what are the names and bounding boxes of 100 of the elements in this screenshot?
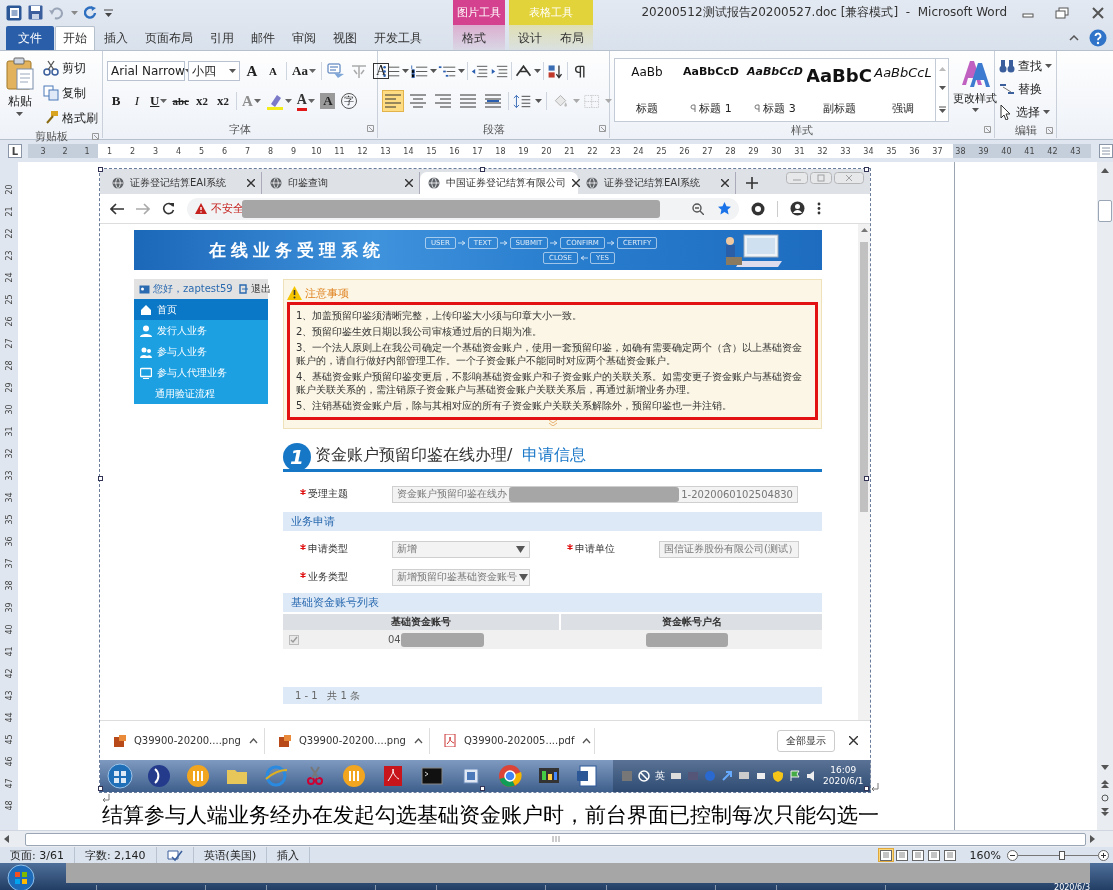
shrink-font-button[interactable]: A [264,61,282,81]
field-label: 申请类型 [308,542,348,556]
ruler-number: 19 [517,146,530,156]
ribbon-tab[interactable]: 视图 [325,26,365,50]
field-label: 业务类型 [308,570,348,584]
ruler-number: 33 [839,146,852,156]
section-heading: 业务申请 [291,514,335,529]
ruler-number: 26 [678,146,691,156]
ruler-number: 6 [220,146,228,156]
section-title: 资金账户预留印鉴在线办理/ [315,445,513,466]
text-field[interactable]: 资金账户预留印鉴在线办 1-2020060102504830 [392,485,798,503]
show-all-button[interactable]: 全部显示 [777,729,835,752]
clock[interactable]: 16:09 2020/6/1 [823,765,864,787]
browser-tab[interactable]: 证券登记结算EAI系统 [104,172,262,194]
style-option[interactable]: AaBbCcD 标题 3 [743,59,807,121]
browser-tab[interactable]: 印鉴查询 [262,172,420,194]
greeting-text: 您好，zaptest59 [153,282,233,296]
font-size-field[interactable]: 小四 [188,61,240,81]
ribbon-tab[interactable]: 审阅 [284,26,324,50]
grow-font-button[interactable]: A [243,61,261,81]
ruler-number: 39 [977,146,990,156]
ruler-number: 40 [1000,146,1013,156]
section-heading: 基础资金账号列表 [291,595,379,610]
ruler-number: 23 [3,248,15,263]
font-name-field[interactable]: Arial Narrow [107,61,185,81]
ruler-number: 28 [724,146,737,156]
strikethrough-button[interactable]: abc [171,91,190,111]
logout-link[interactable]: 退出 [250,282,271,296]
file-tab[interactable]: 文件 [6,26,54,50]
ribbon-tab[interactable]: 插入 [96,26,136,50]
clock-date[interactable]: 2020/6/3 [1054,883,1090,890]
text-field[interactable]: 国信证券股份有限公司(测试） [659,540,799,558]
ruler-number: 42 [3,666,15,681]
copy-button[interactable]: 复制 [43,82,98,104]
style-sample: AaBbCcD [683,65,739,78]
ruler-number: 24 [3,270,15,285]
bold-button[interactable]: B [107,91,125,111]
menu-item[interactable]: 首页 [134,299,268,320]
style-name: 强调 [892,101,914,116]
notice-text: 3、一个法人原则上在我公司确定一个基础资金账户，使用一套预留印鉴，如确有需要确定两个（含）以上基础资金账户的，请自行做好内部管理工作。一个子资金账户不能同时对应两个基础资金账户。 [296,341,804,367]
download-item[interactable]: Q39900-202005....pdf [430,727,595,754]
style-name: 副标题 [822,101,856,116]
font-color-button[interactable]: A [295,91,316,111]
cut-button[interactable]: 剪切 [43,57,98,79]
character-shading-button[interactable]: A [318,91,337,111]
ruler-number: 43 [1069,146,1082,156]
replace-button[interactable]: 替换 [999,78,1052,100]
select-field[interactable]: 新增预留印鉴基础资金账号 [392,568,530,586]
paste-button[interactable]: 粘贴 [4,55,35,129]
style-option[interactable]: AaBbC 副标题 [807,59,871,121]
ruler-number: 14 [402,146,415,156]
style-option[interactable]: AaBbCcD 标题 1 [679,59,743,121]
group-label: 段落 [482,122,505,137]
ruler-number: 39 [3,600,15,615]
download-item[interactable]: Q39900-20200....png [100,727,265,754]
find-button[interactable]: 查找 [999,55,1052,77]
group-label: 字体 [229,122,251,137]
group-label: 剪贴板 [34,129,68,144]
ruler-number: 47 [3,776,15,791]
ruler-number: 27 [701,146,714,156]
style-sample: AaBbC [807,65,871,86]
notice-text: 4、基础资金账户预留印鉴变更后，不影响基础资金账户和子资金账户的关联关系。如需变更子资金账户与基础资金账户关联关系的，需注销原子资金账户与基础资金账户关联关系后，再通过新增业务办理。 [296,370,804,396]
banner-title: 在线业务受理系统 [209,238,385,262]
underline-button[interactable]: U [149,91,169,111]
italic-button[interactable]: I [128,91,146,111]
ruler-number: 22 [3,226,15,241]
style-option[interactable]: AaBbCcL 强调 [871,59,935,121]
style-name: 标题 3 [763,101,796,116]
input-language[interactable]: 英 [655,769,665,783]
ruler-number: 13 [379,146,392,156]
ribbon-tab[interactable]: 设计 [509,26,552,50]
ribbon-tab[interactable]: 页面布局 [137,26,201,50]
ribbon-tab[interactable]: 引用 [202,26,242,50]
ruler-number: 22 [586,146,599,156]
ribbon-tab[interactable]: 开发工具 [366,26,430,50]
change-styles-button[interactable]: 更改样式 [953,55,997,122]
style-name: 标题 [636,101,658,116]
ruler-number: 21 [3,204,15,219]
ribbon-tab[interactable]: 开始 [55,26,95,50]
ruler-number: 34 [3,490,15,505]
ribbon-tab[interactable]: 布局 [551,26,594,50]
format-painter-button[interactable]: 格式刷 [43,107,98,129]
select-field[interactable]: 新增 [392,540,530,558]
style-name: 标题 1 [699,101,732,116]
field-label: 受理主题 [308,487,348,501]
tab-selector[interactable]: L [8,144,22,158]
style-option[interactable]: AaBb 标题 [615,59,679,121]
change-case-button[interactable]: Aa [291,61,317,81]
ruler-number: 44 [3,710,15,725]
zoom-level[interactable]: 160% [969,848,1001,862]
ruler-number: 21 [563,146,576,156]
select-button[interactable]: 选择 [999,101,1052,123]
notice-text: 5、注销基础资金账户后，除与其相对应的所有子资金账户关联关系解除外，预留印鉴也一并注销。 [296,399,734,412]
download-item[interactable]: Q39900-20200....png [265,727,430,754]
browser-tab[interactable]: 中国证券登记结算有限公司 [420,172,578,194]
ruler-number: 38 [3,578,15,593]
browser-tab[interactable]: 证券登记结算EAI系统 [578,172,736,194]
tool-group-header: 图片工具 [453,0,506,25]
ribbon-tab[interactable]: 邮件 [243,26,283,50]
ruler-number: 4 [174,146,182,156]
